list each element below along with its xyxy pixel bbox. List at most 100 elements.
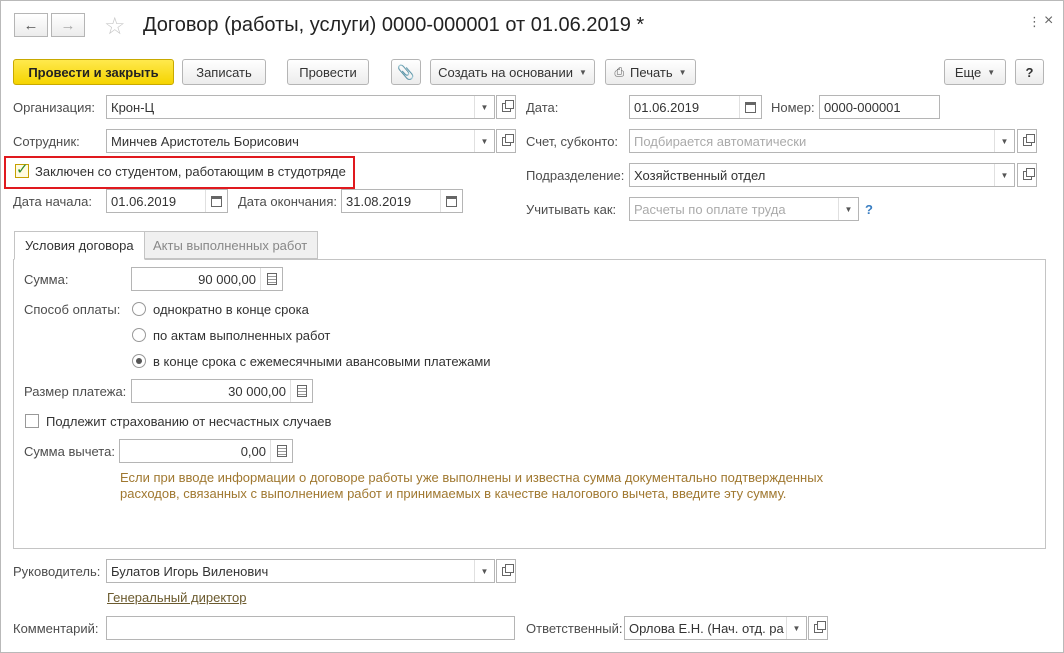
number-label: Номер: bbox=[771, 100, 815, 115]
amount-label: Сумма: bbox=[24, 272, 69, 287]
open-icon bbox=[501, 133, 514, 146]
payment-option-radio[interactable] bbox=[132, 302, 146, 316]
payment-method-label: Способ оплаты: bbox=[24, 302, 121, 317]
calendar-icon bbox=[446, 195, 457, 207]
back-button[interactable]: ← bbox=[14, 13, 48, 37]
account-field[interactable]: Подбирается автоматически ▼ bbox=[629, 129, 1015, 153]
end-date-value: 31.08.2019 bbox=[346, 193, 412, 209]
end-date-label: Дата окончания: bbox=[238, 194, 337, 209]
create-based-button[interactable]: Создать на основании ▼ bbox=[430, 59, 595, 85]
calendar-button[interactable] bbox=[205, 190, 227, 212]
manager-label: Руководитель: bbox=[13, 564, 101, 579]
arrow-right-icon: → bbox=[60, 16, 76, 34]
calculator-icon bbox=[276, 445, 287, 457]
payment-size-field[interactable]: 30 000,00 bbox=[131, 379, 313, 403]
more-label: Еще bbox=[954, 64, 982, 80]
save-button[interactable]: Записать bbox=[182, 59, 266, 85]
calendar-icon bbox=[211, 195, 222, 207]
start-date-label: Дата начала: bbox=[13, 194, 92, 209]
arrow-left-icon: ← bbox=[23, 16, 39, 34]
open-icon bbox=[501, 563, 514, 576]
open-icon bbox=[1022, 133, 1035, 146]
print-button[interactable]: ⎙ Печать ▼ bbox=[605, 59, 696, 85]
payment-option-label: по актам выполненных работ bbox=[153, 328, 331, 343]
chevron-down-icon[interactable]: ▼ bbox=[474, 96, 494, 118]
deduction-field[interactable]: 0,00 bbox=[119, 439, 293, 463]
number-value: 0000-000001 bbox=[824, 99, 901, 115]
manager-open-button[interactable] bbox=[496, 559, 516, 583]
responsible-field[interactable]: Орлова Е.Н. (Нач. отд. ра ▼ bbox=[624, 616, 807, 640]
account-placeholder: Подбирается автоматически bbox=[634, 133, 807, 149]
payment-size-value: 30 000,00 bbox=[228, 383, 286, 399]
calendar-icon bbox=[745, 101, 756, 113]
calculator-button[interactable] bbox=[290, 380, 312, 402]
chevron-down-icon[interactable]: ▼ bbox=[994, 164, 1014, 186]
department-value: Хозяйственный отдел bbox=[634, 167, 766, 183]
help-icon[interactable]: ? bbox=[865, 202, 873, 217]
calculator-button[interactable] bbox=[270, 440, 292, 462]
close-icon[interactable]: × bbox=[1044, 12, 1053, 30]
more-button[interactable]: Еще ▼ bbox=[944, 59, 1006, 85]
organization-label: Организация: bbox=[13, 100, 96, 115]
attach-button[interactable]: 📎 bbox=[391, 59, 421, 85]
organization-field[interactable]: Крон-Ц ▼ bbox=[106, 95, 495, 119]
checkmark-icon: ✓ bbox=[16, 161, 29, 178]
create-based-label: Создать на основании bbox=[438, 64, 573, 80]
organization-open-button[interactable] bbox=[496, 95, 516, 119]
chevron-down-icon[interactable]: ▼ bbox=[474, 130, 494, 152]
calculator-button[interactable] bbox=[260, 268, 282, 290]
help-button[interactable]: ? bbox=[1015, 59, 1044, 85]
chevron-down-icon[interactable]: ▼ bbox=[838, 198, 858, 220]
account-as-label: Учитывать как: bbox=[526, 202, 617, 217]
payment-option-label: в конце срока с ежемесячными авансовыми … bbox=[153, 354, 491, 369]
payment-option-label: однократно в конце срока bbox=[153, 302, 309, 317]
payment-option-radio-selected[interactable] bbox=[132, 354, 146, 368]
start-date-value: 01.06.2019 bbox=[111, 193, 177, 209]
organization-value: Крон-Ц bbox=[111, 99, 155, 115]
calendar-button[interactable] bbox=[739, 96, 761, 118]
number-field[interactable]: 0000-000001 bbox=[819, 95, 940, 119]
document-title: Договор (работы, услуги) 0000-000001 от … bbox=[143, 14, 645, 36]
forward-button[interactable]: → bbox=[51, 13, 85, 37]
employee-open-button[interactable] bbox=[496, 129, 516, 153]
department-field[interactable]: Хозяйственный отдел ▼ bbox=[629, 163, 1015, 187]
chevron-down-icon: ▼ bbox=[578, 67, 587, 77]
employee-value: Минчев Аристотель Борисович bbox=[111, 133, 299, 149]
end-date-field[interactable]: 31.08.2019 bbox=[341, 189, 463, 213]
account-open-button[interactable] bbox=[1017, 129, 1037, 153]
calculator-icon bbox=[266, 273, 277, 285]
comment-field[interactable] bbox=[106, 616, 515, 640]
chevron-down-icon[interactable]: ▼ bbox=[474, 560, 494, 582]
chevron-down-icon: ▼ bbox=[987, 67, 996, 77]
department-open-button[interactable] bbox=[1017, 163, 1037, 187]
account-as-field[interactable]: Расчеты по оплате труда ▼ bbox=[629, 197, 859, 221]
post-button[interactable]: Провести bbox=[287, 59, 369, 85]
hint-text-line1: Если при вводе информации о договоре раб… bbox=[120, 470, 824, 485]
responsible-open-button[interactable] bbox=[808, 616, 828, 640]
tab-completed-acts[interactable]: Акты выполненных работ bbox=[142, 231, 319, 259]
start-date-field[interactable]: 01.06.2019 bbox=[106, 189, 228, 213]
tab-contract-terms[interactable]: Условия договора bbox=[14, 231, 145, 260]
payment-option-radio[interactable] bbox=[132, 328, 146, 342]
amount-value: 90 000,00 bbox=[198, 271, 256, 287]
date-field[interactable]: 01.06.2019 bbox=[629, 95, 762, 119]
star-icon[interactable]: ☆ bbox=[104, 12, 126, 41]
hint-text-line2: расходов, связанных с выполнением работ … bbox=[120, 486, 787, 501]
amount-field[interactable]: 90 000,00 bbox=[131, 267, 283, 291]
post-and-close-button[interactable]: Провести и закрыть bbox=[13, 59, 174, 85]
student-checkbox[interactable]: ✓ bbox=[15, 161, 29, 178]
open-icon bbox=[1022, 167, 1035, 180]
manager-field[interactable]: Булатов Игорь Виленович ▼ bbox=[106, 559, 495, 583]
open-icon bbox=[813, 620, 826, 633]
insurance-checkbox[interactable] bbox=[25, 414, 39, 428]
payment-size-label: Размер платежа: bbox=[24, 384, 127, 399]
calendar-button[interactable] bbox=[440, 190, 462, 212]
chevron-down-icon[interactable]: ▼ bbox=[786, 617, 806, 639]
date-label: Дата: bbox=[526, 100, 559, 115]
employee-field[interactable]: Минчев Аристотель Борисович ▼ bbox=[106, 129, 495, 153]
more-options-icon[interactable]: ⋮ bbox=[1028, 14, 1041, 30]
deduction-label: Сумма вычета: bbox=[24, 444, 115, 459]
printer-icon: ⎙ bbox=[614, 64, 625, 79]
manager-position-link[interactable]: Генеральный директор bbox=[107, 590, 246, 605]
chevron-down-icon[interactable]: ▼ bbox=[994, 130, 1014, 152]
